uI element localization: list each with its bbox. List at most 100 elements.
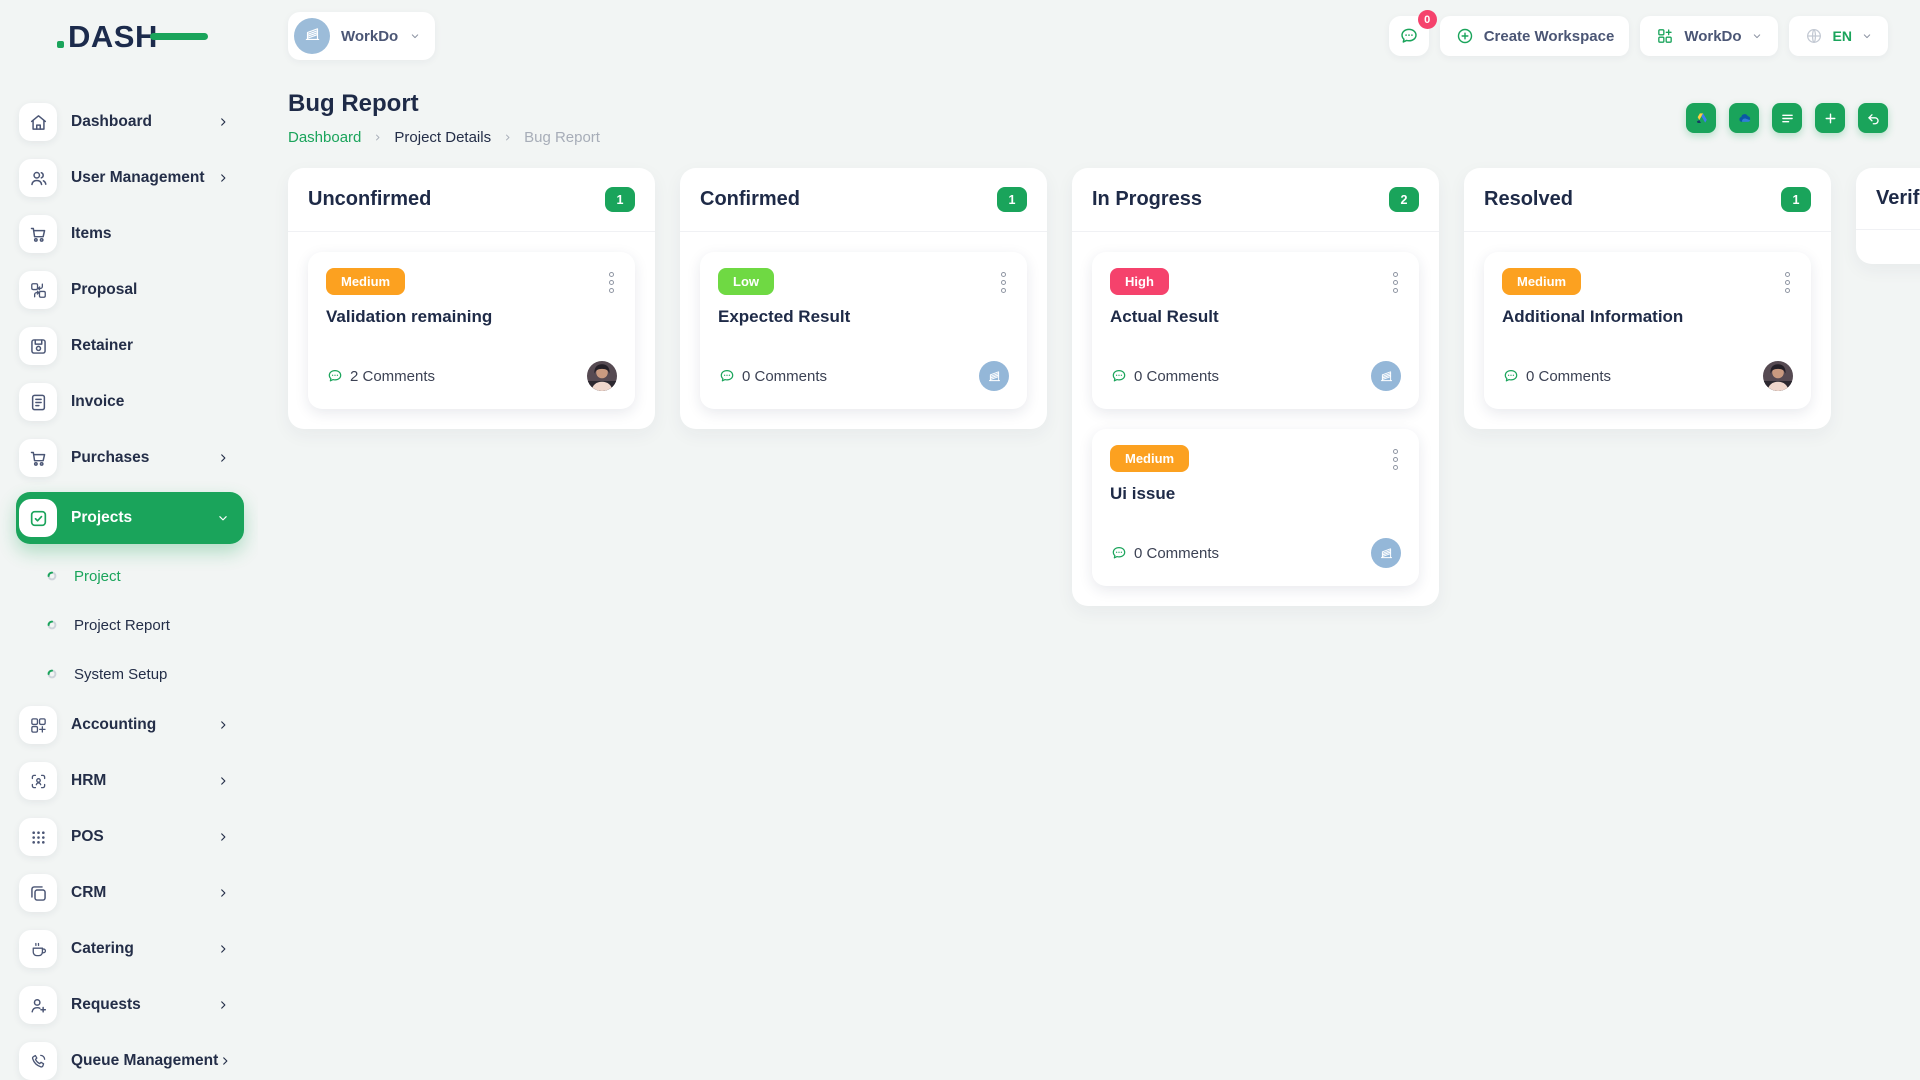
- card-top: Medium: [1110, 445, 1401, 474]
- grid-icon: [1655, 26, 1675, 46]
- page-title: Bug Report: [288, 90, 600, 118]
- home-icon: [19, 103, 57, 141]
- plus-icon: [1822, 110, 1839, 127]
- sidebar-item-queue-management[interactable]: Queue Management: [16, 1039, 244, 1080]
- comments-label: 0 Comments: [1134, 368, 1219, 385]
- task-card-expected-result[interactable]: Low Expected Result 0 Comments: [700, 252, 1027, 409]
- workspace-label: WorkDo: [341, 28, 398, 45]
- check-icon: [19, 499, 57, 537]
- workspace-menu-button[interactable]: WorkDo: [1640, 16, 1777, 56]
- sidebar-subitem-project-report[interactable]: Project Report: [16, 605, 258, 645]
- toolbar-google-drive-button[interactable]: [1686, 103, 1716, 133]
- list-icon: [1779, 110, 1796, 127]
- priority-badge: Medium: [326, 268, 405, 295]
- comment-icon: [718, 367, 736, 385]
- card-menu-button[interactable]: [1782, 268, 1793, 297]
- kanban-column-verified: Verified: [1856, 168, 1920, 264]
- coffee-icon: [19, 930, 57, 968]
- toolbar-onedrive-button[interactable]: [1729, 103, 1759, 133]
- sidebar-item-retainer[interactable]: Retainer: [16, 324, 244, 368]
- comments-label: 0 Comments: [742, 368, 827, 385]
- task-card-additional-information[interactable]: Medium Additional Information 0 Comments: [1484, 252, 1811, 409]
- sidebar-item-purchases[interactable]: Purchases: [16, 436, 244, 480]
- page-header: Bug Report Dashboard Project Details Bug…: [258, 72, 1920, 146]
- focus-icon: [19, 762, 57, 800]
- column-title: Unconfirmed: [308, 188, 431, 211]
- comment-icon: [1110, 367, 1128, 385]
- task-card-actual-result[interactable]: High Actual Result 0 Comments: [1092, 252, 1419, 409]
- card-footer: 0 Comments: [1502, 361, 1793, 391]
- column-header: Unconfirmed 1: [288, 168, 655, 232]
- phone-icon: [19, 1042, 57, 1080]
- user-plus-icon: [19, 986, 57, 1024]
- comments-count: 0 Comments: [1110, 367, 1219, 385]
- sidebar-item-catering[interactable]: Catering: [16, 927, 244, 971]
- chevron-right-icon: [216, 451, 230, 465]
- kanban-column-unconfirmed: Unconfirmed 1 Medium Validation remainin…: [288, 168, 655, 429]
- toolbar-back-button[interactable]: [1858, 103, 1888, 133]
- bullet-icon: [47, 571, 57, 581]
- column-body: High Actual Result 0 Comments Medium Ui …: [1072, 232, 1439, 606]
- task-card-ui-issue[interactable]: Medium Ui issue 0 Comments: [1092, 429, 1419, 586]
- priority-badge: High: [1110, 268, 1169, 295]
- card-footer: 2 Comments: [326, 361, 617, 391]
- sidebar-item-hrm[interactable]: HRM: [16, 759, 244, 803]
- card-title: Additional Information: [1502, 307, 1793, 327]
- brand-logo-text: DASH: [68, 19, 158, 54]
- column-count-badge: 1: [997, 187, 1027, 212]
- assignee-avatar-photo: [1763, 361, 1793, 391]
- chevron-down-icon: [1751, 30, 1763, 42]
- priority-badge: Medium: [1110, 445, 1189, 472]
- card-menu-button[interactable]: [1390, 268, 1401, 297]
- dots-grid-icon: [19, 818, 57, 856]
- users-icon: [19, 159, 57, 197]
- kanban-column-resolved: Resolved 1 Medium Additional Information…: [1464, 168, 1831, 429]
- breadcrumb-project-details[interactable]: Project Details: [394, 129, 491, 146]
- page-toolbar: [1686, 103, 1888, 133]
- sidebar-item-proposal[interactable]: Proposal: [16, 268, 244, 312]
- sidebar-subitem-system-setup[interactable]: System Setup: [16, 654, 258, 694]
- card-menu-button[interactable]: [1390, 445, 1401, 474]
- toolbar-add-stage-button[interactable]: [1815, 103, 1845, 133]
- toolbar-list-view-button[interactable]: [1772, 103, 1802, 133]
- page-title-block: Bug Report Dashboard Project Details Bug…: [288, 90, 600, 146]
- chevron-down-icon: [1861, 30, 1873, 42]
- chevron-right-icon: [218, 1054, 232, 1068]
- card-menu-button[interactable]: [998, 268, 1009, 297]
- sidebar-item-invoice[interactable]: Invoice: [16, 380, 244, 424]
- chevron-right-icon: [216, 998, 230, 1012]
- sidebar-item-accounting[interactable]: Accounting: [16, 703, 244, 747]
- task-card-validation-remaining[interactable]: Medium Validation remaining 2 Comments: [308, 252, 635, 409]
- column-body: Medium Validation remaining 2 Comments: [288, 232, 655, 429]
- column-title: Resolved: [1484, 188, 1573, 211]
- comment-icon: [1110, 544, 1128, 562]
- comment-icon: [1502, 367, 1520, 385]
- chat-icon: [1398, 25, 1420, 47]
- brand-logo[interactable]: DASH: [68, 21, 158, 52]
- drive-icon: [1693, 110, 1710, 127]
- sidebar-item-pos[interactable]: POS: [16, 815, 244, 859]
- sidebar-item-items[interactable]: Items: [16, 212, 244, 256]
- sidebar-item-dashboard[interactable]: Dashboard: [16, 100, 244, 144]
- sidebar-item-requests[interactable]: Requests: [16, 983, 244, 1027]
- sidebar-item-projects[interactable]: Projects: [16, 492, 244, 544]
- card-title: Ui issue: [1110, 484, 1401, 504]
- messages-button[interactable]: 0: [1389, 16, 1429, 56]
- workspace-selector[interactable]: WorkDo: [288, 12, 435, 60]
- sidebar-subitem-project[interactable]: Project: [16, 556, 258, 596]
- sidebar-item-user-management[interactable]: User Management: [16, 156, 244, 200]
- column-title: In Progress: [1092, 188, 1202, 211]
- language-button[interactable]: EN: [1789, 16, 1888, 56]
- comments-count: 0 Comments: [718, 367, 827, 385]
- messages-badge: 0: [1418, 10, 1437, 29]
- language-label: EN: [1833, 28, 1852, 44]
- building-icon: [301, 23, 324, 49]
- breadcrumb-current: Bug Report: [524, 129, 600, 146]
- kanban-column-confirmed: Confirmed 1 Low Expected Result 0 Commen…: [680, 168, 1047, 429]
- create-workspace-button[interactable]: Create Workspace: [1440, 16, 1630, 56]
- comments-count: 0 Comments: [1502, 367, 1611, 385]
- card-footer: 0 Comments: [1110, 361, 1401, 391]
- sidebar-item-crm[interactable]: CRM: [16, 871, 244, 915]
- breadcrumb-dashboard[interactable]: Dashboard: [288, 129, 361, 146]
- card-menu-button[interactable]: [606, 268, 617, 297]
